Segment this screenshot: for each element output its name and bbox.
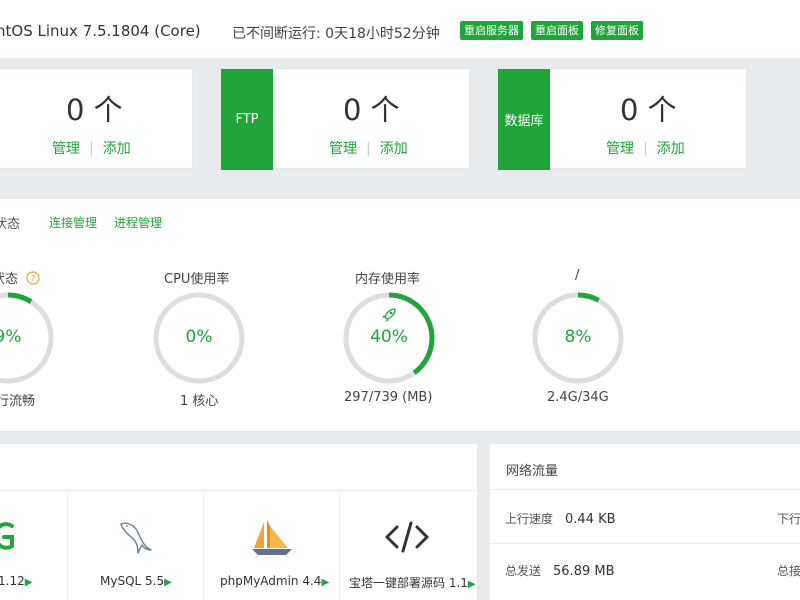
load-gauge-label: 状态 ? [0,268,40,287]
play-icon: ▶ [321,577,330,588]
ftp-count: 0 个 [343,93,400,127]
load-gauge-sub: 行流畅 [0,394,36,409]
site-card-links: 管理 | 添加 [52,138,131,158]
site-manage-link[interactable]: 管理 [52,141,80,157]
play-icon: ▶ [164,577,172,588]
software-name: MySQL 5.5 [100,574,165,588]
header-bar: ntOS Linux 7.5.1804 (Core) 已不间断运行: 0天18小… [0,0,800,58]
software-item-nginx[interactable]: 1.12▶ [0,574,32,588]
ftp-manage-link[interactable]: 管理 [329,141,357,157]
cpu-gauge-sub: 1 核心 [180,394,219,409]
site-count: 0 个 [66,93,123,127]
play-icon: ▶ [467,579,476,590]
memory-gauge-value: 40% [370,327,408,347]
disk-gauge-label: / [575,268,580,283]
link-separator: | [366,141,371,157]
site-add-link[interactable]: 添加 [103,141,131,157]
disk-gauge-value: 8% [564,327,592,347]
code-brackets-icon[interactable] [384,520,430,554]
nginx-icon[interactable] [0,520,18,552]
rocket-icon[interactable] [380,306,398,324]
load-label-text: 状态 [0,272,19,287]
load-gauge-value: 9% [0,327,22,347]
database-card-label: 数据库 [498,69,550,170]
process-manage-link[interactable]: 进程管理 [114,214,162,231]
cpu-gauge-label: CPU使用率 [164,272,230,287]
database-add-link[interactable]: 添加 [657,141,685,157]
total-sent-value: 56.89 MB [553,564,615,579]
total-sent-label: 总发送 [505,564,542,578]
software-item-mysql[interactable]: MySQL 5.5▶ [100,574,172,588]
help-icon[interactable]: ? [26,271,40,285]
os-version: ntOS Linux 7.5.1804 (Core) [0,22,201,40]
uptime-text: 已不间断运行: 0天18小时52分钟 [232,26,440,42]
memory-gauge-sub: 297/739 (MB) [344,390,433,405]
ftp-card-label: FTP [221,69,273,170]
software-name: 1.12 [0,574,25,588]
upload-speed-row: 上行速度 0.44 KB [505,510,616,527]
link-separator: | [89,141,94,157]
phpmyadmin-sailboat-icon[interactable] [250,518,294,556]
status-title: 状态 [0,217,21,232]
divider [67,491,68,600]
restart-panel-button[interactable]: 重启面板 [531,21,583,40]
repair-panel-button[interactable]: 修复面板 [591,21,643,40]
database-card-links: 管理 | 添加 [606,138,685,158]
restart-server-button[interactable]: 重启服务器 [460,21,523,40]
network-title: 网络流量 [506,464,559,479]
total-sent-row: 总发送 56.89 MB [505,562,615,579]
upload-speed-label: 上行速度 [505,512,554,526]
download-speed-label: 下行 [777,512,800,526]
software-item-deploy[interactable]: 宝塔一键部署源码 1.1▶ [349,574,476,591]
ftp-add-link[interactable]: 添加 [380,141,408,157]
upload-speed-value: 0.44 KB [565,512,616,527]
database-manage-link[interactable]: 管理 [606,141,634,157]
cpu-gauge-value: 0% [185,327,213,347]
divider [0,490,477,491]
memory-gauge-label: 内存使用率 [355,272,421,287]
svg-text:?: ? [31,275,36,285]
software-item-phpmyadmin[interactable]: phpMyAdmin 4.4▶ [220,574,329,588]
database-count: 0 个 [620,93,677,127]
total-received-label: 总接 [777,564,800,578]
play-icon: ▶ [24,577,33,588]
divider [339,491,340,600]
divider [490,543,800,544]
mysql-dolphin-icon[interactable] [116,517,154,555]
divider [203,491,204,600]
software-name: 宝塔一键部署源码 1.1 [349,576,468,590]
link-separator: | [643,141,648,157]
ftp-card-links: 管理 | 添加 [329,138,408,158]
disk-gauge-sub: 2.4G/34G [547,390,609,405]
connection-manage-link[interactable]: 连接管理 [49,214,97,231]
software-name: phpMyAdmin 4.4 [220,574,322,588]
divider [490,489,800,490]
